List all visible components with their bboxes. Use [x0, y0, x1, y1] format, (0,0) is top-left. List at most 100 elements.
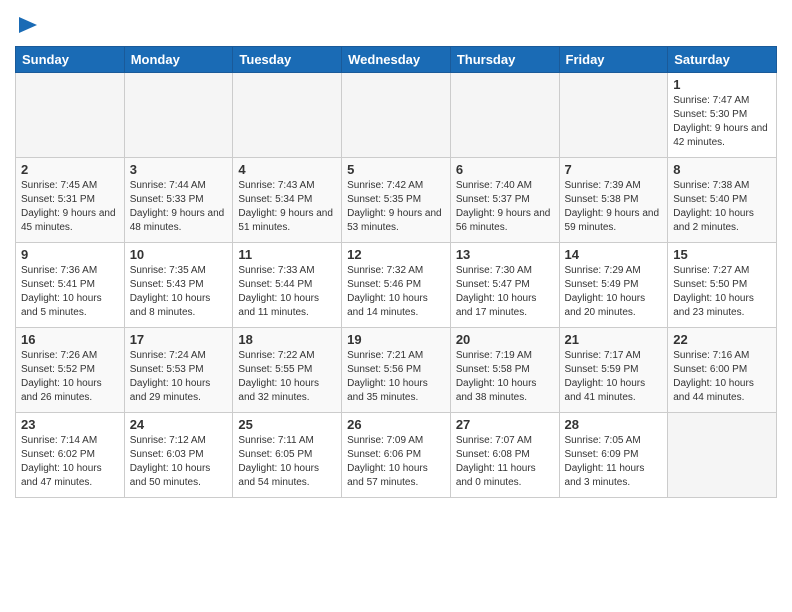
calendar-cell: 2 Sunrise: 7:45 AM Sunset: 5:31 PM Daylig… — [16, 157, 125, 242]
day-info: Sunrise: 7:35 AM Sunset: 5:43 PM Dayligh… — [130, 264, 228, 320]
day-info: Sunrise: 7:43 AM Sunset: 5:34 PM Dayligh… — [238, 179, 336, 235]
day-info: Sunrise: 7:39 AM Sunset: 5:38 PM Dayligh… — [565, 179, 663, 235]
day-number: 23 — [21, 417, 119, 432]
day-number: 18 — [238, 332, 336, 347]
day-number: 13 — [456, 247, 554, 262]
calendar-cell — [16, 72, 125, 157]
day-number: 3 — [130, 162, 228, 177]
day-number: 6 — [456, 162, 554, 177]
day-number: 22 — [673, 332, 771, 347]
calendar-cell: 8 Sunrise: 7:38 AM Sunset: 5:40 PM Daylig… — [668, 157, 777, 242]
day-info: Sunrise: 7:17 AM Sunset: 5:59 PM Dayligh… — [565, 349, 663, 405]
calendar-cell: 26Sunrise: 7:09 AM Sunset: 6:06 PM Dayli… — [342, 412, 451, 497]
day-number: 4 — [238, 162, 336, 177]
weekday-header-thursday: Thursday — [450, 46, 559, 72]
week-row-3: 9 Sunrise: 7:36 AM Sunset: 5:41 PM Daylig… — [16, 242, 777, 327]
day-number: 5 — [347, 162, 445, 177]
day-number: 19 — [347, 332, 445, 347]
day-number: 1 — [673, 77, 771, 92]
day-info: Sunrise: 7:40 AM Sunset: 5:37 PM Dayligh… — [456, 179, 554, 235]
calendar-cell: 27 Sunrise: 7:07 AM Sunset: 6:08 PM Dayli… — [450, 412, 559, 497]
calendar-cell: 20 Sunrise: 7:19 AM Sunset: 5:58 PM Dayli… — [450, 327, 559, 412]
day-number: 24 — [130, 417, 228, 432]
day-info: Sunrise: 7:19 AM Sunset: 5:58 PM Dayligh… — [456, 349, 554, 405]
weekday-header-friday: Friday — [559, 46, 668, 72]
calendar-cell — [124, 72, 233, 157]
day-info: Sunrise: 7:09 AM Sunset: 6:06 PM Dayligh… — [347, 434, 445, 490]
calendar-cell: 19 Sunrise: 7:21 AM Sunset: 5:56 PM Dayli… — [342, 327, 451, 412]
weekday-header-tuesday: Tuesday — [233, 46, 342, 72]
week-row-4: 16 Sunrise: 7:26 AM Sunset: 5:52 PM Dayli… — [16, 327, 777, 412]
calendar-cell — [342, 72, 451, 157]
weekday-header-row: SundayMondayTuesdayWednesdayThursdayFrid… — [16, 46, 777, 72]
day-number: 7 — [565, 162, 663, 177]
day-info: Sunrise: 7:26 AM Sunset: 5:52 PM Dayligh… — [21, 349, 119, 405]
day-number: 25 — [238, 417, 336, 432]
calendar-cell: 3 Sunrise: 7:44 AM Sunset: 5:33 PM Daylig… — [124, 157, 233, 242]
day-number: 8 — [673, 162, 771, 177]
day-info: Sunrise: 7:27 AM Sunset: 5:50 PM Dayligh… — [673, 264, 771, 320]
day-info: Sunrise: 7:16 AM Sunset: 6:00 PM Dayligh… — [673, 349, 771, 405]
weekday-header-monday: Monday — [124, 46, 233, 72]
calendar-cell: 28 Sunrise: 7:05 AM Sunset: 6:09 PM Dayli… — [559, 412, 668, 497]
day-number: 17 — [130, 332, 228, 347]
calendar-cell: 21 Sunrise: 7:17 AM Sunset: 5:59 PM Dayli… — [559, 327, 668, 412]
weekday-header-sunday: Sunday — [16, 46, 125, 72]
day-info: Sunrise: 7:42 AM Sunset: 5:35 PM Dayligh… — [347, 179, 445, 235]
weekday-header-saturday: Saturday — [668, 46, 777, 72]
logo — [15, 15, 37, 38]
day-number: 16 — [21, 332, 119, 347]
page: SundayMondayTuesdayWednesdayThursdayFrid… — [0, 0, 792, 513]
calendar-cell: 23 Sunrise: 7:14 AM Sunset: 6:02 PM Dayli… — [16, 412, 125, 497]
day-number: 28 — [565, 417, 663, 432]
calendar-cell: 12 Sunrise: 7:32 AM Sunset: 5:46 PM Dayli… — [342, 242, 451, 327]
calendar-cell: 6 Sunrise: 7:40 AM Sunset: 5:37 PM Daylig… — [450, 157, 559, 242]
day-number: 14 — [565, 247, 663, 262]
day-info: Sunrise: 7:11 AM Sunset: 6:05 PM Dayligh… — [238, 434, 336, 490]
day-info: Sunrise: 7:47 AM Sunset: 5:30 PM Dayligh… — [673, 94, 771, 150]
week-row-2: 2 Sunrise: 7:45 AM Sunset: 5:31 PM Daylig… — [16, 157, 777, 242]
day-info: Sunrise: 7:14 AM Sunset: 6:02 PM Dayligh… — [21, 434, 119, 490]
day-info: Sunrise: 7:29 AM Sunset: 5:49 PM Dayligh… — [565, 264, 663, 320]
calendar-cell: 7 Sunrise: 7:39 AM Sunset: 5:38 PM Daylig… — [559, 157, 668, 242]
day-info: Sunrise: 7:38 AM Sunset: 5:40 PM Dayligh… — [673, 179, 771, 235]
calendar-cell: 4 Sunrise: 7:43 AM Sunset: 5:34 PM Daylig… — [233, 157, 342, 242]
day-info: Sunrise: 7:36 AM Sunset: 5:41 PM Dayligh… — [21, 264, 119, 320]
calendar-table: SundayMondayTuesdayWednesdayThursdayFrid… — [15, 46, 777, 498]
day-number: 12 — [347, 247, 445, 262]
day-info: Sunrise: 7:22 AM Sunset: 5:55 PM Dayligh… — [238, 349, 336, 405]
day-info: Sunrise: 7:12 AM Sunset: 6:03 PM Dayligh… — [130, 434, 228, 490]
week-row-5: 23 Sunrise: 7:14 AM Sunset: 6:02 PM Dayli… — [16, 412, 777, 497]
logo-icon — [19, 17, 37, 33]
calendar-cell: 5 Sunrise: 7:42 AM Sunset: 5:35 PM Daylig… — [342, 157, 451, 242]
day-info: Sunrise: 7:07 AM Sunset: 6:08 PM Dayligh… — [456, 434, 554, 490]
day-info: Sunrise: 7:32 AM Sunset: 5:46 PM Dayligh… — [347, 264, 445, 320]
day-number: 9 — [21, 247, 119, 262]
day-info: Sunrise: 7:44 AM Sunset: 5:33 PM Dayligh… — [130, 179, 228, 235]
weekday-header-wednesday: Wednesday — [342, 46, 451, 72]
calendar-cell: 18 Sunrise: 7:22 AM Sunset: 5:55 PM Dayli… — [233, 327, 342, 412]
calendar-cell: 24 Sunrise: 7:12 AM Sunset: 6:03 PM Dayli… — [124, 412, 233, 497]
day-info: Sunrise: 7:05 AM Sunset: 6:09 PM Dayligh… — [565, 434, 663, 490]
day-number: 20 — [456, 332, 554, 347]
calendar-cell: 17 Sunrise: 7:24 AM Sunset: 5:53 PM Dayli… — [124, 327, 233, 412]
day-info: Sunrise: 7:45 AM Sunset: 5:31 PM Dayligh… — [21, 179, 119, 235]
day-info: Sunrise: 7:33 AM Sunset: 5:44 PM Dayligh… — [238, 264, 336, 320]
day-info: Sunrise: 7:21 AM Sunset: 5:56 PM Dayligh… — [347, 349, 445, 405]
day-number: 27 — [456, 417, 554, 432]
calendar-cell: 22 Sunrise: 7:16 AM Sunset: 6:00 PM Dayli… — [668, 327, 777, 412]
day-number: 15 — [673, 247, 771, 262]
calendar-cell: 13Sunrise: 7:30 AM Sunset: 5:47 PM Dayli… — [450, 242, 559, 327]
calendar-cell: 25 Sunrise: 7:11 AM Sunset: 6:05 PM Dayli… — [233, 412, 342, 497]
week-row-1: 1 Sunrise: 7:47 AM Sunset: 5:30 PM Daylig… — [16, 72, 777, 157]
calendar-cell: 9 Sunrise: 7:36 AM Sunset: 5:41 PM Daylig… — [16, 242, 125, 327]
calendar-cell — [559, 72, 668, 157]
day-number: 2 — [21, 162, 119, 177]
day-number: 21 — [565, 332, 663, 347]
calendar-cell: 15 Sunrise: 7:27 AM Sunset: 5:50 PM Dayli… — [668, 242, 777, 327]
day-info: Sunrise: 7:24 AM Sunset: 5:53 PM Dayligh… — [130, 349, 228, 405]
calendar-cell — [450, 72, 559, 157]
day-number: 11 — [238, 247, 336, 262]
calendar-cell: 1 Sunrise: 7:47 AM Sunset: 5:30 PM Daylig… — [668, 72, 777, 157]
calendar-cell: 16 Sunrise: 7:26 AM Sunset: 5:52 PM Dayli… — [16, 327, 125, 412]
